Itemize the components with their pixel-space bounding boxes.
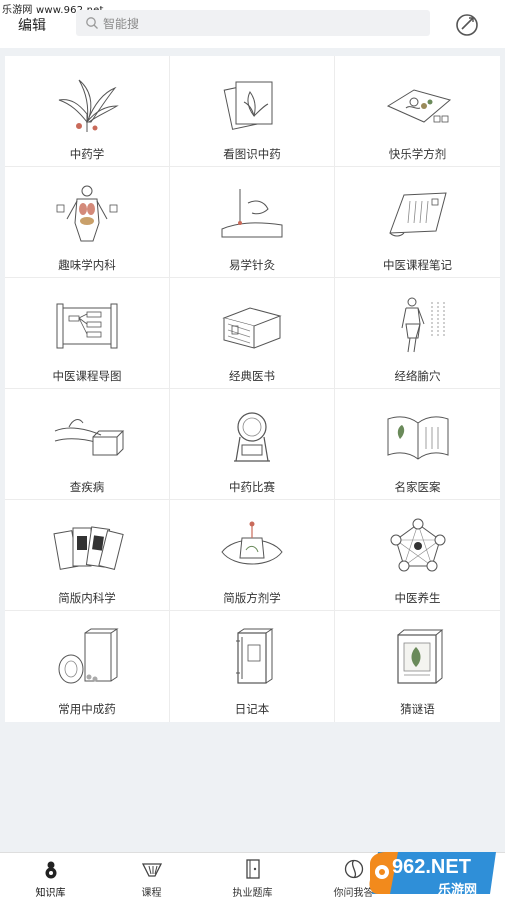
open-book-icon	[387, 416, 448, 460]
grid-item-label: 经典医书	[229, 369, 275, 383]
pulse-diagnosis-icon	[54, 419, 125, 456]
fan-icon	[141, 863, 162, 877]
grid-item-label: 中医课程笔记	[383, 258, 452, 272]
tab-courses[interactable]: 课程	[101, 853, 202, 900]
five-elements-icon	[390, 518, 445, 572]
grid-item-label: 看图识中药	[223, 147, 281, 161]
grid-item-meridians[interactable]: 经络腧穴	[335, 278, 500, 389]
grid-item-label: 中药比赛	[229, 480, 275, 494]
prescription-cloth-icon	[386, 89, 451, 123]
grid-item-herb-competition[interactable]: 中药比赛	[170, 389, 335, 500]
grid-item-prescriptions[interactable]: 快乐学方剂	[335, 56, 500, 167]
grid-item-herbal-medicine[interactable]: 中药学	[5, 56, 170, 167]
grid-item-label: 易学针灸	[229, 258, 275, 272]
tab-exam-bank[interactable]: 执业题库	[202, 853, 303, 900]
grid-item-simple-prescriptions[interactable]: 简版方剂学	[170, 500, 335, 611]
grid-item-label: 名家医案	[394, 480, 441, 494]
meridian-figure-icon	[401, 297, 444, 353]
herb-cards-icon	[223, 81, 273, 130]
grid-item-label: 常用中成药	[58, 702, 116, 716]
yin-yang-icon	[344, 859, 363, 879]
grid-item-health-care[interactable]: 中医养生	[335, 500, 500, 611]
top-bar: 乐游网 www.962.net 编辑 智能搜	[0, 0, 505, 48]
notes-scroll-icon	[388, 192, 447, 237]
tab-label: 执业题库	[232, 888, 273, 899]
grid-item-label: 查疾病	[69, 480, 105, 494]
grid-item-label: 快乐学方剂	[388, 147, 447, 161]
grid-item-label: 猜谜语	[400, 702, 435, 716]
tab-label: 知识库	[35, 888, 66, 899]
site-watermark-name: 乐游网	[438, 883, 478, 898]
herb-plant-icon	[58, 79, 119, 132]
search-input[interactable]: 智能搜	[76, 10, 430, 36]
riddle-box-icon	[396, 629, 443, 684]
search-icon	[86, 17, 98, 29]
grid-item-acupuncture[interactable]: 易学针灸	[170, 167, 335, 278]
grid-item-label: 简版内科学	[58, 591, 116, 605]
grid-item-classic-books[interactable]: 经典医书	[170, 278, 335, 389]
grid-item-simple-internal-medicine[interactable]: 简版内科学	[5, 500, 170, 611]
card-stack-icon	[53, 526, 124, 571]
grid-item-course-notes[interactable]: 中医课程笔记	[335, 167, 500, 278]
grid-item-label: 中医课程导图	[52, 369, 122, 383]
grid-item-course-mindmap[interactable]: 中医课程导图	[5, 278, 170, 389]
herb-bag-icon	[221, 521, 283, 565]
grid-item-patent-medicines[interactable]: 常用中成药	[5, 611, 170, 722]
grid-item-identify-herbs[interactable]: 看图识中药	[170, 56, 335, 167]
question-book-icon	[245, 859, 260, 879]
edit-button[interactable]: 编辑	[18, 15, 46, 35]
diary-notebook-icon	[236, 628, 274, 684]
grid-item-riddles[interactable]: 猜谜语	[335, 611, 500, 722]
grid-item-label: 中医养生	[394, 591, 441, 605]
grid-item-disease-lookup[interactable]: 查疾病	[5, 389, 170, 500]
grid-item-diary[interactable]: 日记本	[170, 611, 335, 722]
gourd-icon	[45, 861, 56, 879]
body-organs-icon	[56, 185, 118, 242]
grid-item-label: 简版方剂学	[223, 591, 281, 605]
trophy-cup-icon	[234, 412, 270, 462]
tab-label: 课程	[141, 888, 162, 899]
grid-item-label: 趣味学内科	[58, 258, 116, 272]
compass-icon[interactable]	[454, 12, 480, 38]
grid-item-internal-medicine[interactable]: 趣味学内科	[5, 167, 170, 278]
search-placeholder: 智能搜	[103, 16, 140, 31]
grid-item-label: 经络腧穴	[394, 369, 441, 383]
medicine-jar-icon	[58, 628, 119, 684]
mind-map-scroll-icon	[56, 303, 118, 349]
tab-knowledge-base[interactable]: 知识库	[0, 853, 101, 900]
classic-books-icon	[222, 307, 282, 349]
site-watermark-brand: 962.NET	[392, 856, 471, 878]
grid-item-famous-cases[interactable]: 名家医案	[335, 389, 500, 500]
feature-grid: 中药学 看图识中药 快乐学方剂 趣味学内科 易学针灸 中医课程笔记 中医课程导图…	[5, 56, 500, 722]
acupuncture-needle-icon	[221, 189, 283, 238]
grid-item-label: 日记本	[234, 702, 270, 716]
grid-item-label: 中药学	[69, 147, 105, 161]
